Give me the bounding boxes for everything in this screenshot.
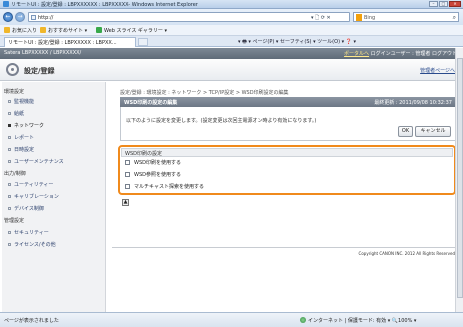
sidebar-item-maintenance[interactable]: ユーザーメンテナンス — [8, 158, 64, 165]
admin-page-link[interactable]: 管理者ページへ — [420, 67, 455, 74]
address-row: ← → http:// ▾ 🗋 ⟳ ✕ Bing ⌕ — [0, 9, 463, 25]
last-updated: 最終更新 : 2011/09/08 10:32:37 — [374, 100, 452, 106]
panel-title: WSD印刷の設定の編集 — [124, 100, 178, 106]
page-header: 設定/登録 管理者ページへ — [0, 59, 463, 81]
sidebar-item-monitoring[interactable]: 監視機能 — [8, 98, 34, 105]
status-text: ページが表示されました — [4, 318, 59, 324]
favorites-bar: お気に入り おすすめサイト ▾ Web スライス ギャラリー ▾ — [0, 25, 463, 36]
bullet-icon — [8, 243, 11, 246]
bullet-icon — [8, 124, 11, 127]
window-controls: – □ ✕ — [429, 1, 461, 7]
sidebar-item-datetime[interactable]: 日時設定 — [8, 146, 34, 153]
search-icon[interactable]: ⌕ — [453, 14, 456, 22]
description-text: 以下のように設定を変更します。(設定変更は次回主電源オン時より有効になります。) — [126, 118, 317, 124]
bullet-icon — [8, 100, 11, 103]
sidebar-item-security[interactable]: セキュリティー — [8, 229, 49, 236]
checkbox-wsd-print[interactable] — [125, 160, 130, 165]
sidebar-item-device-control[interactable]: デバイス制御 — [8, 205, 44, 212]
suggested-sites-icon — [40, 27, 46, 33]
page-icon — [31, 15, 36, 20]
bullet-icon — [8, 231, 11, 234]
breadcrumb: 設定/登録 : 環境設定 : ネットワーク > TCP/IP設定 > WSD印刷… — [120, 90, 289, 96]
maximize-button[interactable]: □ — [439, 1, 448, 7]
minimize-button[interactable]: – — [429, 1, 438, 7]
header-links: ポータルへ ログインユーザー : 管理者 ログアウト — [344, 50, 457, 57]
portal-link[interactable]: ポータルへ — [344, 51, 369, 57]
logout-text[interactable]: ログインユーザー : 管理者 ログアウト — [371, 51, 457, 57]
device-name: Satera LBPXXXXX / LBPXXXXX/ — [4, 50, 82, 56]
copyright: Copyright CANON INC. 2012 All Rights Res… — [358, 251, 455, 256]
bullet-icon — [8, 195, 11, 198]
settings-gear-icon — [6, 63, 19, 76]
cancel-button[interactable]: キャンセル — [415, 126, 451, 137]
close-button[interactable]: ✕ — [449, 1, 461, 7]
checkbox-wsd-browse[interactable] — [125, 172, 130, 177]
tab-bar: リモートUI : 設定/登録 : LBPXXXXX : LBPXX... ▾ 🖶… — [0, 36, 463, 47]
sidebar-item-utility[interactable]: ユーティリティー — [8, 181, 53, 188]
option-wsd-print[interactable]: WSD印刷を使用する — [125, 159, 181, 166]
zone-info[interactable]: インターネット | 保護モード: 有効 ▾ 🔍100% ▾ — [300, 317, 416, 324]
forward-button[interactable]: → — [15, 12, 25, 22]
sidebar-item-report[interactable]: レポート — [8, 134, 34, 141]
browser-icon — [3, 1, 9, 7]
bullet-icon — [8, 148, 11, 151]
star-icon — [4, 27, 10, 33]
bing-icon — [356, 14, 362, 21]
url-text[interactable]: http:// — [38, 15, 53, 21]
option-wsd-browse[interactable]: WSD参照を使用する — [125, 171, 181, 178]
bullet-icon — [8, 207, 11, 210]
panel-header: WSD印刷の設定の編集 最終更新 : 2011/09/08 10:32:37 — [120, 97, 456, 107]
footer-divider — [112, 247, 458, 248]
option-multicast[interactable]: マルチキャスト探索を使用する — [125, 183, 204, 190]
bullet-icon — [8, 136, 11, 139]
status-bar: ページが表示されました インターネット | 保護モード: 有効 ▾ 🔍100% … — [0, 312, 463, 327]
vertical-scrollbar[interactable] — [455, 48, 463, 312]
globe-icon — [300, 317, 306, 323]
command-bar[interactable]: ▾ 🖶 ▾ ページ(P) ▾ セーフティ(S) ▾ ツール(O) ▾ ❓ ▾ — [238, 38, 356, 47]
address-tools-icon[interactable]: ▾ 🗋 ⟳ ✕ — [311, 15, 331, 23]
back-button[interactable]: ← — [3, 12, 13, 22]
search-input[interactable]: Bing — [364, 15, 375, 21]
ok-button[interactable]: OK — [398, 126, 413, 137]
suggested-sites-link[interactable]: おすすめサイト ▾ — [40, 27, 87, 34]
window-title-bar: リモートUI : 設定/登録 : LBPXXXXXX : LBPXXXXX- W… — [0, 0, 463, 9]
bullet-icon — [8, 112, 11, 115]
sidebar-heading-management: 管理設定 — [4, 218, 25, 224]
bullet-icon — [8, 160, 11, 163]
web-slice-icon — [96, 27, 102, 33]
web-slice-gallery-link[interactable]: Web スライス ギャラリー ▾ — [96, 27, 167, 34]
sidebar-heading-output: 出力/制御 — [4, 171, 26, 177]
device-header: Satera LBPXXXXX / LBPXXXXX/ ポータルへ ログインユー… — [0, 48, 463, 59]
scrollbar-thumb[interactable] — [457, 58, 463, 298]
tab-remote-ui[interactable]: リモートUI : 設定/登録 : LBPXXXXX : LBPXX... — [4, 37, 136, 47]
settings-section-heading: WSD印刷の設定 — [121, 148, 453, 157]
sidebar-item-calibration[interactable]: キャリブレーション — [8, 193, 59, 200]
bullet-icon — [8, 183, 11, 186]
checkbox-multicast[interactable] — [125, 184, 130, 189]
page-top-icon[interactable]: ▲ — [122, 199, 129, 206]
sidebar-item-paper[interactable]: 給紙 — [8, 110, 24, 117]
sidebar-item-network[interactable]: ネットワーク — [8, 122, 44, 129]
favorites-button[interactable]: お気に入り — [4, 27, 37, 34]
search-box[interactable]: Bing ⌕ — [353, 12, 459, 22]
address-bar[interactable]: http:// ▾ 🗋 ⟳ ✕ — [28, 12, 350, 22]
sidebar-heading-env: 環境設定 — [4, 89, 25, 95]
page-title: 設定/登録 — [24, 67, 55, 75]
sidebar-item-license[interactable]: ライセンス/その他 — [8, 241, 56, 248]
window-title: リモートUI : 設定/登録 : LBPXXXXXX : LBPXXXXX- W… — [11, 2, 198, 8]
new-tab-button[interactable] — [138, 38, 148, 46]
